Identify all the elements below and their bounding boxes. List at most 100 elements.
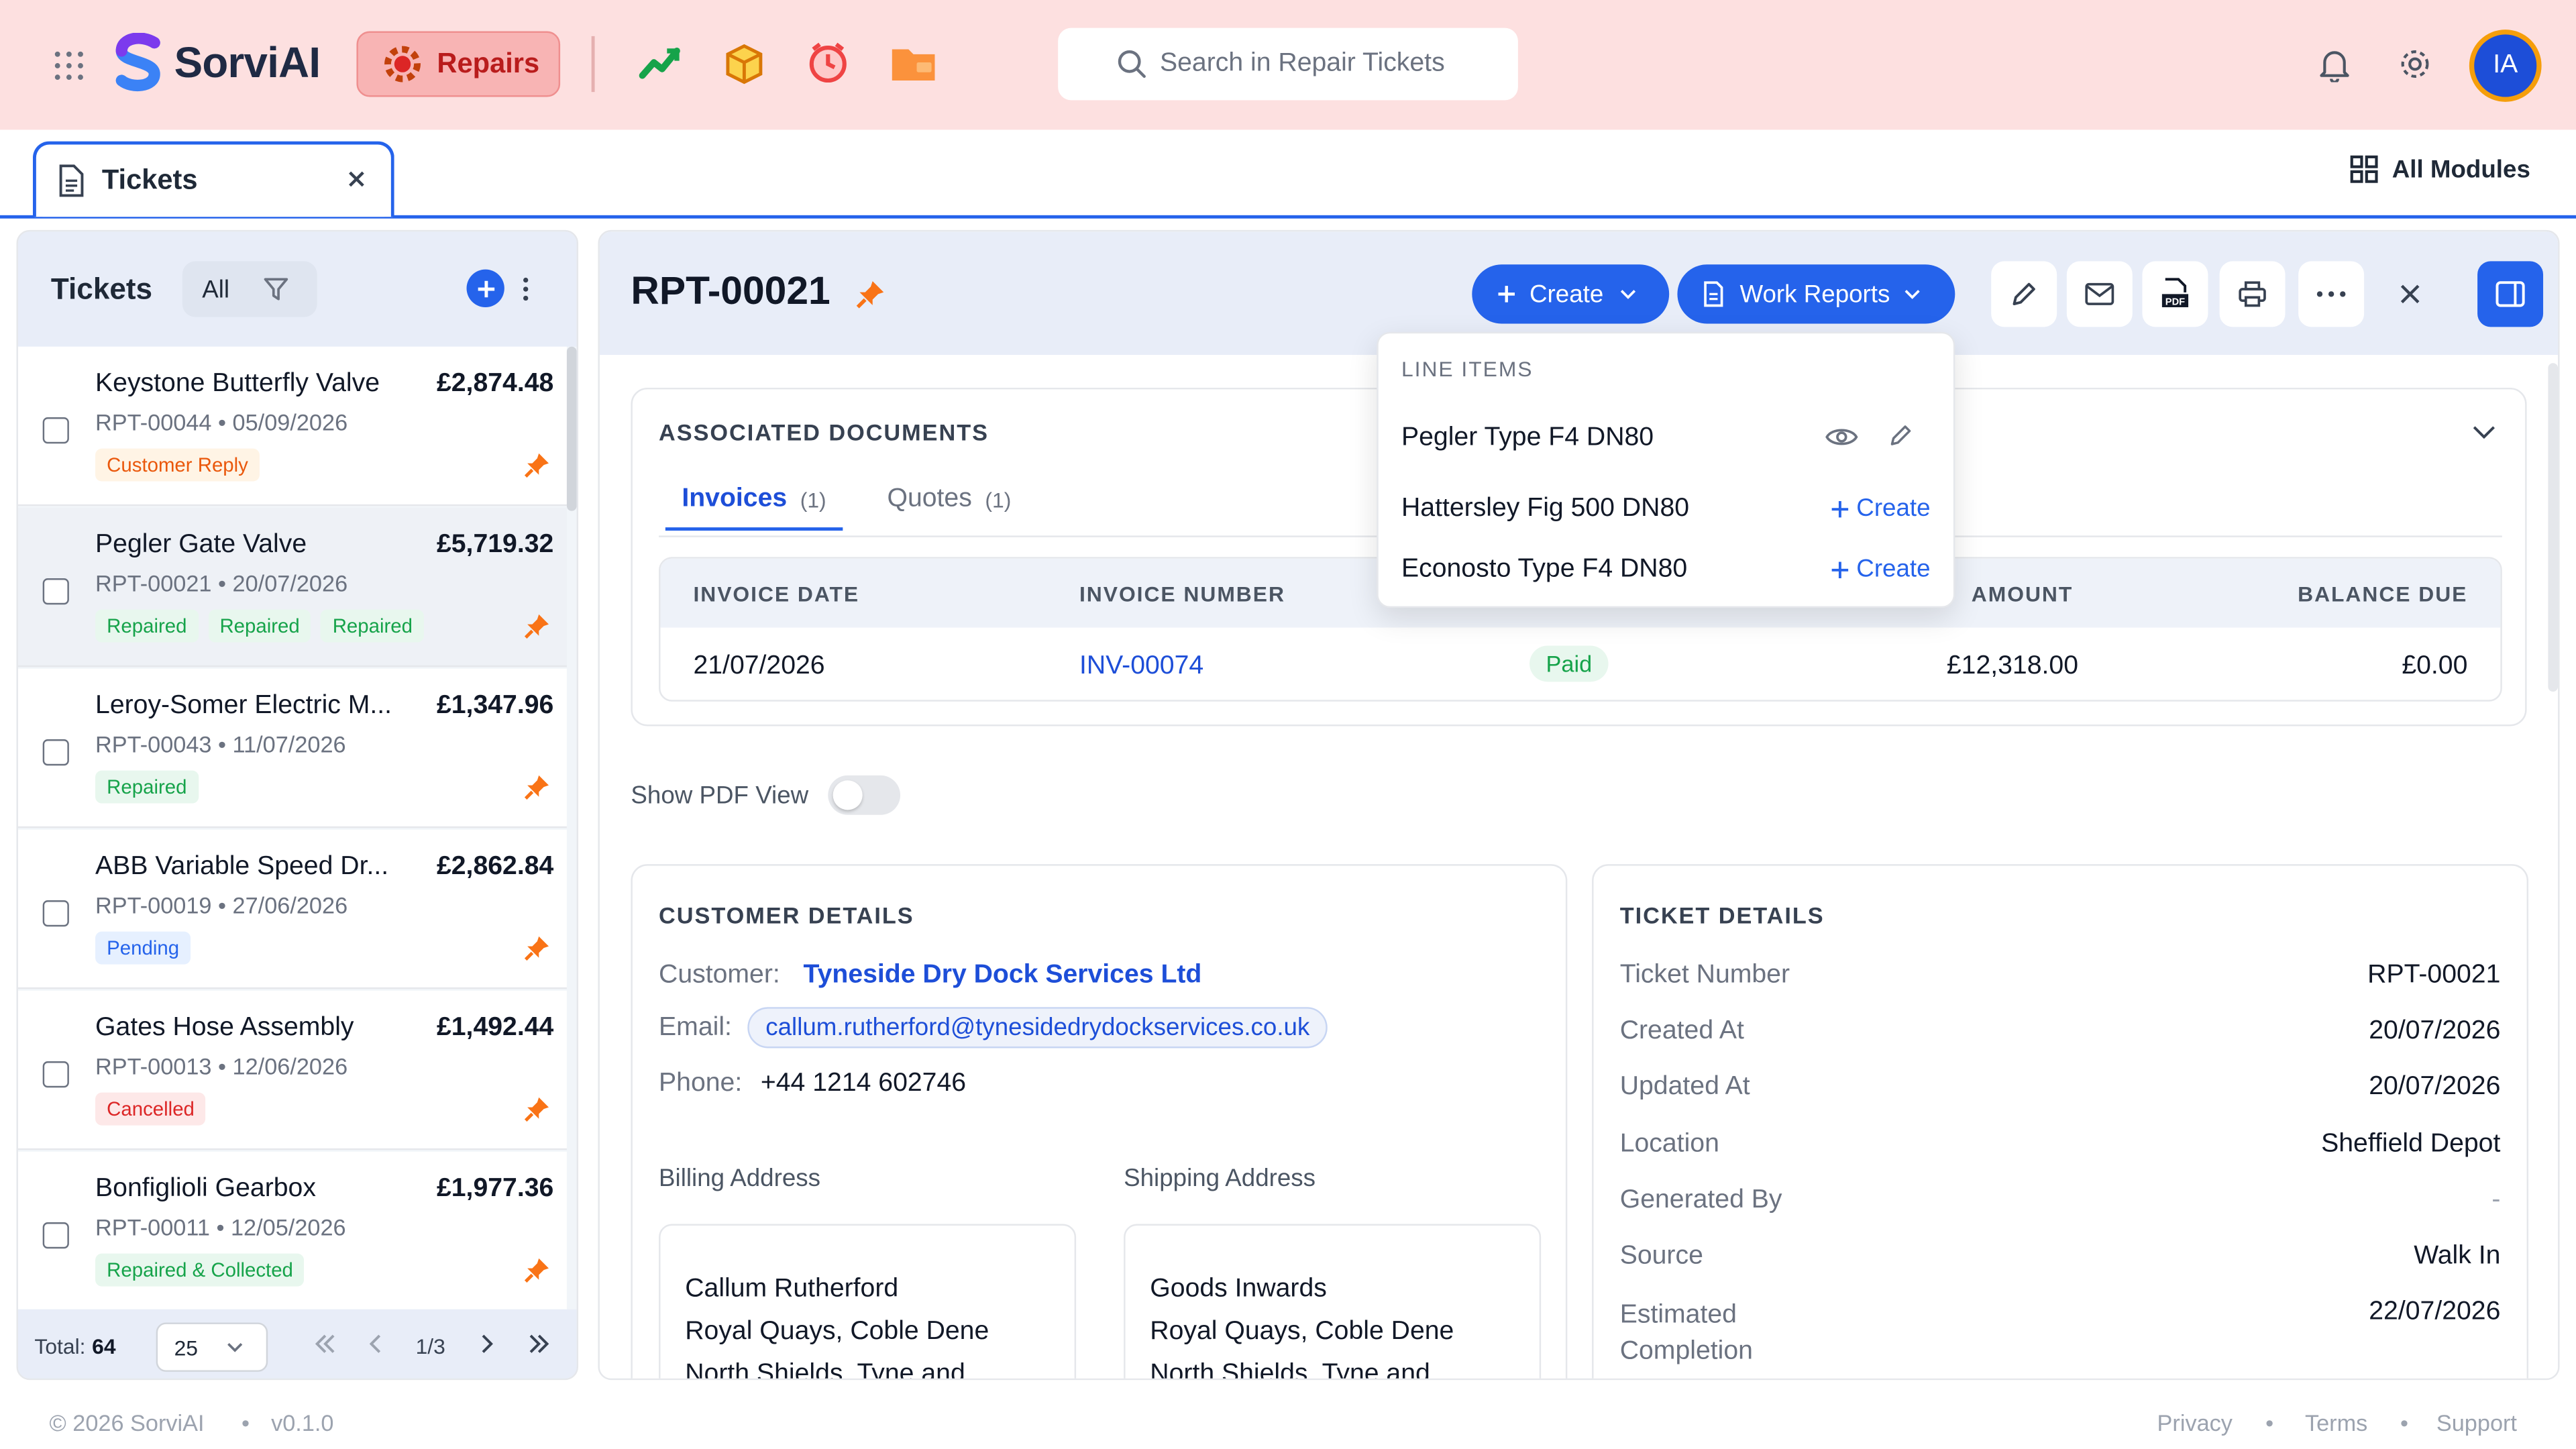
page-indicator: 1/3 xyxy=(415,1334,445,1359)
list-item-selected[interactable]: Pegler Gate Valve £5,719.32 RPT-00021 • … xyxy=(17,507,567,667)
mail-icon xyxy=(2085,282,2114,305)
box-icon[interactable] xyxy=(721,40,767,86)
chevron-down-icon xyxy=(227,1342,244,1352)
search-icon xyxy=(1117,49,1146,78)
pdf-button[interactable]: PDF xyxy=(2142,261,2208,327)
create-button[interactable]: Create xyxy=(1472,264,1670,324)
search-input[interactable]: Search in Repair Tickets xyxy=(1160,49,1445,78)
show-pdf-toggle[interactable] xyxy=(828,775,901,815)
associated-documents-title: ASSOCIATED DOCUMENTS xyxy=(659,419,989,445)
detail-label: Generated By xyxy=(1619,1186,1782,1214)
ticket-ref: RPT-00013 • 12/06/2026 xyxy=(95,1053,348,1079)
support-link[interactable]: Support xyxy=(2436,1409,2517,1436)
page-size-value: 25 xyxy=(174,1334,199,1360)
ticket-checkbox[interactable] xyxy=(42,578,69,605)
last-page-icon[interactable] xyxy=(527,1334,550,1354)
prev-page-icon[interactable] xyxy=(370,1334,383,1354)
user-avatar[interactable]: IA xyxy=(2469,30,2542,102)
line-item[interactable]: Hattersley Fig 500 DN80 xyxy=(1401,494,1689,524)
logo-icon xyxy=(112,32,168,92)
eye-icon[interactable] xyxy=(1825,425,1858,448)
invoice-number-link[interactable]: INV-00074 xyxy=(1079,652,1203,682)
edit-button[interactable] xyxy=(1991,261,2057,327)
billing-line: Callum Rutherford xyxy=(685,1275,899,1303)
detail-label: Location xyxy=(1619,1130,1719,1159)
billing-line: Royal Quays, Coble Dene xyxy=(685,1318,989,1346)
all-modules-button[interactable]: All Modules xyxy=(2349,154,2530,184)
filter-all-button[interactable]: All xyxy=(202,275,229,303)
show-pdf-label: Show PDF View xyxy=(631,782,809,810)
toggle-sidebar-button[interactable] xyxy=(2477,261,2544,327)
status-badge: Repaired & Collected xyxy=(95,1253,305,1287)
ticket-checkbox[interactable] xyxy=(42,739,69,766)
customer-link[interactable]: Tyneside Dry Dock Services Ltd xyxy=(804,961,1202,991)
ticket-checkbox[interactable] xyxy=(42,1222,69,1249)
more-vertical-icon[interactable] xyxy=(521,276,531,302)
alarm-icon[interactable] xyxy=(805,40,851,86)
work-reports-button[interactable]: Work Reports xyxy=(1677,264,1955,324)
list-item[interactable]: Leroy-Somer Electric M... £1,347.96 RPT-… xyxy=(17,668,567,828)
list-scrollbar[interactable] xyxy=(566,346,577,511)
pin-icon[interactable] xyxy=(524,451,550,478)
pencil-icon[interactable] xyxy=(1888,422,1914,448)
ticket-checkbox[interactable] xyxy=(42,1061,69,1088)
print-button[interactable] xyxy=(2219,261,2286,327)
bell-icon[interactable] xyxy=(2316,46,2353,83)
page-size-select[interactable]: 25 xyxy=(156,1322,268,1372)
folder-icon[interactable] xyxy=(889,40,938,86)
filter-icon[interactable] xyxy=(262,276,288,302)
plus-icon xyxy=(1498,286,1515,303)
pin-icon[interactable] xyxy=(524,612,550,639)
pin-icon[interactable] xyxy=(524,934,550,961)
pin-icon[interactable] xyxy=(524,1256,550,1283)
list-item[interactable]: Keystone Butterfly Valve £2,874.48 RPT-0… xyxy=(17,346,567,506)
email-chip[interactable]: callum.rutherford@tynesidedrydockservice… xyxy=(747,1007,1328,1049)
pin-icon[interactable] xyxy=(524,773,550,800)
add-ticket-button[interactable] xyxy=(466,269,504,307)
ticket-checkbox[interactable] xyxy=(42,900,69,927)
chart-icon[interactable] xyxy=(637,40,684,86)
first-page-icon[interactable] xyxy=(314,1334,337,1354)
tab-quotes[interactable]: Quotes (1) xyxy=(887,472,1011,527)
terms-link[interactable]: Terms xyxy=(2305,1409,2367,1436)
list-item[interactable]: Gates Hose Assembly £1,492.44 RPT-00013 … xyxy=(17,990,567,1150)
document-icon xyxy=(56,164,85,197)
ticket-checkbox[interactable] xyxy=(42,417,69,444)
list-item[interactable]: ABB Variable Speed Dr... £2,862.84 RPT-0… xyxy=(17,829,567,989)
tab-tickets[interactable]: Tickets xyxy=(32,141,394,217)
apps-grid-icon[interactable] xyxy=(52,49,85,82)
pin-icon[interactable] xyxy=(856,279,885,309)
line-item[interactable]: Pegler Type F4 DN80 xyxy=(1401,424,1654,453)
repairs-module-button[interactable]: Repairs xyxy=(356,31,561,97)
detail-value: 20/07/2026 xyxy=(2369,1016,2501,1045)
tab-invoices[interactable]: Invoices (1) xyxy=(665,472,843,531)
close-tab-icon[interactable] xyxy=(345,168,368,191)
ticket-title: Bonfiglioli Gearbox xyxy=(95,1175,316,1203)
detail-label: Estimated Completion xyxy=(1619,1301,1753,1366)
list-title: Tickets xyxy=(50,272,153,306)
detail-scrollbar[interactable] xyxy=(2548,363,2559,692)
create-line-item-button[interactable]: Create xyxy=(1830,494,1931,523)
line-items-dropdown: LINE ITEMS Pegler Type F4 DN80 Hattersle… xyxy=(1377,331,1955,608)
list-item[interactable]: Bonfiglioli Gearbox £1,977.36 RPT-00011 … xyxy=(17,1151,567,1311)
collapse-chevron-icon[interactable] xyxy=(2473,425,2496,439)
privacy-link[interactable]: Privacy xyxy=(2157,1409,2233,1436)
col-invoice-date: INVOICE DATE xyxy=(693,581,860,606)
pencil-icon xyxy=(2012,282,2035,306)
next-page-icon[interactable] xyxy=(480,1334,493,1354)
ticket-details-card: TICKET DETAILS Ticket Number RPT-00021 C… xyxy=(1592,864,2529,1379)
close-detail-button[interactable] xyxy=(2377,261,2443,327)
ticket-amount: £2,874.48 xyxy=(436,370,554,398)
line-item[interactable]: Econosto Type F4 DN80 xyxy=(1401,555,1687,585)
brand-logo[interactable]: SorviAI xyxy=(112,32,321,92)
create-line-item-button[interactable]: Create xyxy=(1830,555,1931,583)
pin-icon[interactable] xyxy=(524,1095,550,1122)
footer-separator: • xyxy=(241,1409,250,1436)
ticket-title: Gates Hose Assembly xyxy=(95,1014,354,1042)
more-actions-button[interactable] xyxy=(2298,261,2365,327)
settings-gear-icon[interactable] xyxy=(2397,46,2433,83)
search-bar[interactable]: Search in Repair Tickets xyxy=(1058,28,1518,101)
customer-label: Customer: xyxy=(659,961,780,989)
email-button[interactable] xyxy=(2066,261,2133,327)
billing-address-box: Callum Rutherford Royal Quays, Coble Den… xyxy=(659,1224,1077,1379)
